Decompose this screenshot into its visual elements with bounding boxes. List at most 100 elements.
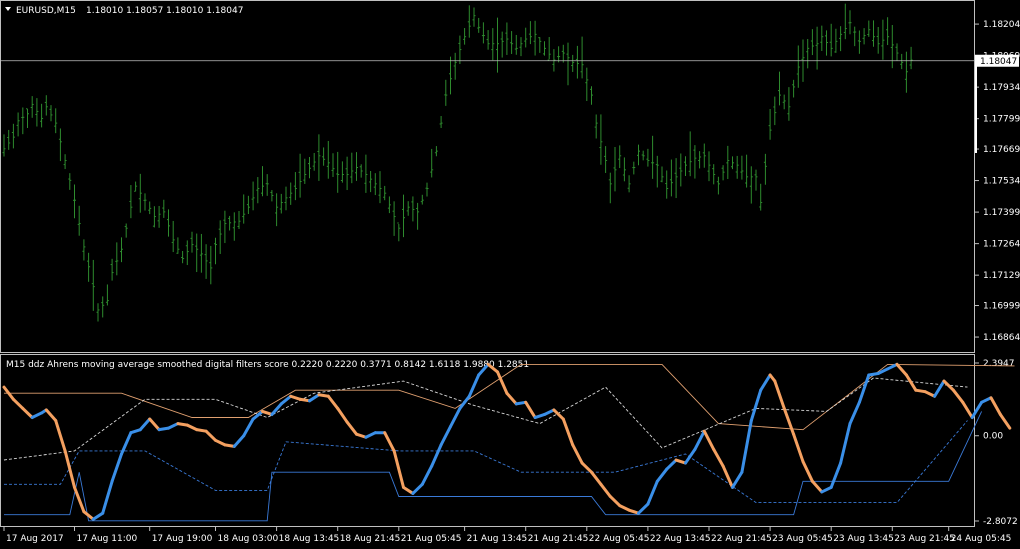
time-tick-label: 24 Aug 05:45 [951, 534, 1012, 544]
indicator-tick-label: -2.8072 [983, 517, 1018, 527]
score-segment-up [449, 406, 462, 429]
indicator-value-axis: 2.3947 0.00 -2.8072 [975, 359, 1018, 527]
time-tick-label: 22 Aug 05:45 [589, 534, 650, 544]
price-tick-label: 1.17934 [983, 83, 1020, 93]
score-segment-up [242, 417, 255, 438]
time-tick-label: 23 Aug 13:45 [833, 534, 894, 544]
score-segment-up [270, 402, 283, 416]
time-tick-label: 18 Aug 13:45 [279, 534, 340, 544]
indicator-title: M15 ddz Ahrens moving average smoothed d… [6, 360, 529, 370]
score-segment-down [580, 461, 593, 474]
score-segment-up [759, 373, 772, 392]
score-segment-up [857, 373, 871, 404]
score-segment-up [91, 511, 105, 521]
score-segment-down [561, 417, 575, 447]
price-tick-label: 1.18204 [983, 20, 1020, 30]
score-segment-down [810, 479, 824, 494]
price-tick-label: 1.17399 [983, 208, 1020, 218]
score-segment-up [980, 396, 993, 404]
score-segment-up [167, 422, 180, 430]
price-tick-label: 1.17799 [983, 115, 1020, 125]
time-tick-label: 18 Aug 21:45 [340, 534, 401, 544]
symbol-label: EURUSD,M15 [16, 6, 76, 16]
score-segment-down [989, 396, 1002, 416]
score-segment-up [364, 431, 377, 439]
score-segment-down [326, 394, 340, 410]
score-segment-down [82, 510, 95, 521]
score-segment-up [933, 379, 946, 398]
score-segment-down [895, 362, 908, 377]
score-segment-up [684, 447, 697, 465]
time-tick-label: 23 Aug 05:45 [772, 534, 833, 544]
score-segment-up [458, 394, 471, 410]
time-tick-label: 21 Aug 13:45 [467, 534, 528, 544]
score-segment-down [608, 494, 622, 508]
score-segment-down [961, 400, 974, 420]
time-tick-label: 21 Aug 21:45 [528, 534, 589, 544]
ohlc-readout: 1.18010 1.18057 1.18010 1.18047 [86, 6, 243, 16]
score-segment-up [646, 479, 659, 506]
score-segment-up [876, 367, 890, 375]
score-segment-up [839, 422, 852, 465]
time-tick-label: 17 Aug 19:00 [152, 534, 213, 544]
indicator-tick-label: 2.3947 [983, 359, 1015, 369]
indicator-band [4, 411, 983, 522]
price-bars [2, 3, 913, 322]
score-segment-up [439, 425, 452, 447]
score-segment-down [336, 406, 349, 424]
score-segment-down [392, 449, 405, 489]
score-segment-up [886, 362, 899, 371]
score-segment-down [63, 449, 76, 489]
score-segment-down [801, 460, 814, 483]
indicator-score-line [2, 362, 1012, 521]
score-segment-down [21, 406, 34, 420]
time-tick-label: 22 Aug 21:45 [711, 534, 772, 544]
time-tick-label: 17 Aug 2017 [6, 534, 64, 544]
score-segment-down [44, 408, 58, 423]
score-segment-up [655, 467, 669, 483]
score-segment-down [773, 379, 786, 410]
main-price-axis: 1.182041.180691.179341.177991.176691.175… [975, 20, 1020, 343]
score-segment-down [702, 429, 716, 451]
score-segment-down [590, 470, 603, 486]
current-price-label: 1.18047 [980, 57, 1017, 67]
score-segment-down [54, 419, 67, 453]
score-segment-down [923, 390, 937, 398]
score-segment-down [505, 391, 518, 406]
score-segment-up [420, 464, 434, 486]
price-tick-label: 1.17129 [983, 271, 1020, 281]
symbol-header[interactable]: EURUSD,M15 1.18010 1.18057 1.18010 1.180… [5, 6, 243, 16]
score-segment-down [185, 423, 199, 432]
score-segment-down [618, 504, 631, 512]
score-segment-up [820, 485, 833, 494]
score-segment-down [951, 388, 965, 404]
price-tick-label: 1.16864 [983, 333, 1020, 343]
score-segment-up [731, 470, 744, 489]
score-segment-down [204, 429, 217, 442]
score-segment-up [467, 373, 481, 398]
score-segment-up [693, 429, 706, 451]
score-segment-down [345, 420, 358, 436]
time-tick-label: 17 Aug 11:00 [77, 534, 138, 544]
dropdown-triangle-icon[interactable] [5, 7, 11, 11]
price-tick-label: 1.16999 [983, 302, 1020, 312]
score-segment-up [749, 388, 763, 423]
score-segment-down [552, 408, 565, 421]
score-segment-down [571, 443, 584, 465]
score-segment-up [543, 408, 556, 416]
score-segment-up [30, 411, 44, 420]
score-segment-up [138, 417, 152, 432]
score-segment-down [721, 464, 734, 489]
time-tick-label: 18 Aug 03:00 [218, 534, 279, 544]
score-segment-down [998, 412, 1012, 430]
price-tick-label: 1.17669 [983, 145, 1020, 155]
score-segment-down [402, 485, 415, 495]
score-segment-down [148, 417, 161, 432]
time-tick-label: 21 Aug 05:45 [401, 534, 462, 544]
score-segment-up [232, 434, 246, 448]
time-tick-label: 22 Aug 13:45 [650, 534, 711, 544]
score-segment-up [110, 452, 123, 483]
score-segment-down [524, 400, 537, 420]
score-segment-up [430, 443, 443, 468]
time-tick-label: 23 Aug 21:45 [894, 534, 955, 544]
